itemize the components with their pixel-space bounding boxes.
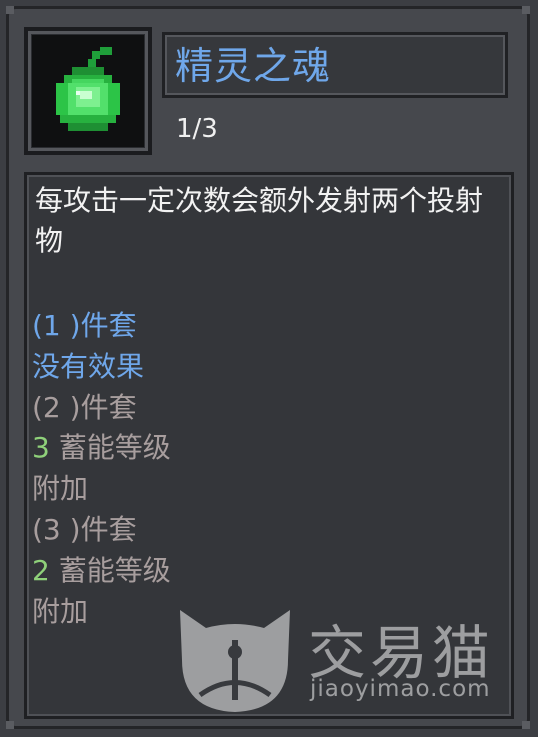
set-bonus-effect: 蓄能等级 xyxy=(49,431,171,464)
set-bonus-header: (3 )件套 xyxy=(32,513,137,546)
item-icon-frame xyxy=(24,27,152,155)
cat-logo-icon xyxy=(180,610,290,712)
watermark: 交易猫 jiaoyimao.com xyxy=(170,600,510,720)
item-description: 每攻击一定次数会额外发射两个投射物 xyxy=(35,184,484,257)
item-set-count: 1/3 xyxy=(176,114,218,144)
set-bonus-effect-row: 2 蓄能等级 xyxy=(32,551,171,591)
set-bonus-effect: 没有效果 xyxy=(32,350,145,383)
watermark-url: jiaoyimao.com xyxy=(310,676,491,702)
set-bonus-effect-row: 3 蓄能等级 xyxy=(32,428,171,468)
item-name: 精灵之魂 xyxy=(175,44,332,88)
item-title-box: 精灵之魂 xyxy=(162,32,508,98)
panel-corner xyxy=(522,721,530,729)
panel-corner xyxy=(6,721,14,729)
set-bonus-header: (2 )件套 xyxy=(32,391,137,424)
charge-level-value: 3 xyxy=(32,431,50,464)
panel-corner xyxy=(6,6,14,14)
set-bonus-extra: 附加 xyxy=(32,595,89,628)
set-bonus-header: (1 )件套 xyxy=(32,309,137,342)
green-spirit-orb-icon xyxy=(32,35,144,147)
set-bonus-effect: 蓄能等级 xyxy=(49,554,171,587)
panel-corner xyxy=(522,6,530,14)
set-bonus-extra: 附加 xyxy=(32,472,89,505)
charge-level-value: 2 xyxy=(32,554,50,587)
